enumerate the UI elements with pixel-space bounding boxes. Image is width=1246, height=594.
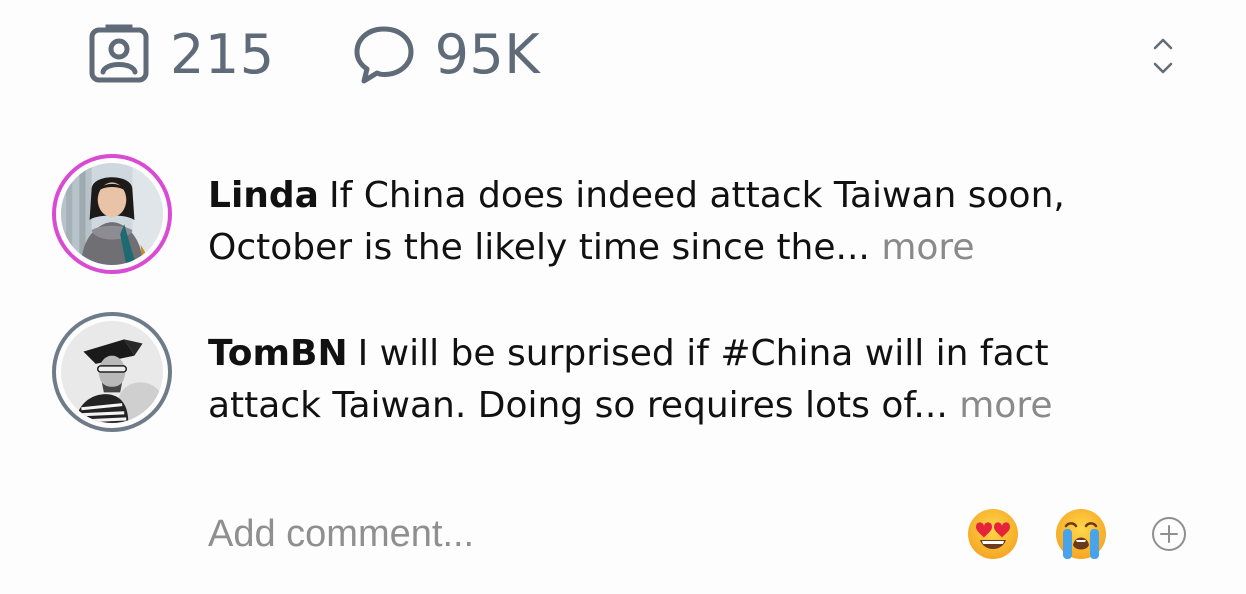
stats-bar: 215 95K [88,22,618,86]
add-comment-input[interactable]: Add comment... [208,513,932,556]
comment-body: Linda If China does indeed attack Taiwan … [208,170,1168,274]
comment-item: TomBN I will be surprised if #China will … [52,312,1202,432]
expand-collapse-icon[interactable] [1146,34,1180,78]
reactions-count: 215 [170,22,275,86]
avatar[interactable] [52,312,172,432]
comments-stat[interactable]: 95K [353,23,541,86]
comment-username[interactable]: Linda [208,175,319,216]
avatar-photo [61,163,163,265]
speech-bubble-icon [353,23,415,85]
avatar-photo [61,321,163,423]
comment-body: TomBN I will be surprised if #China will … [208,328,1168,432]
contact-badge-icon [88,23,150,85]
reactions-stat[interactable]: 215 [88,23,275,86]
avatar[interactable] [52,154,172,274]
more-link[interactable]: more [959,385,1052,426]
add-comment-bar: Add comment... [208,506,1208,562]
more-link[interactable]: more [881,227,974,268]
heart-eyes-emoji-icon[interactable] [966,507,1020,561]
comment-item: Linda If China does indeed attack Taiwan … [52,154,1202,274]
plus-circle-icon[interactable] [1150,515,1188,553]
comments-count: 95K [434,22,541,86]
comment-username[interactable]: TomBN [208,333,348,374]
crying-emoji-icon[interactable] [1054,507,1108,561]
